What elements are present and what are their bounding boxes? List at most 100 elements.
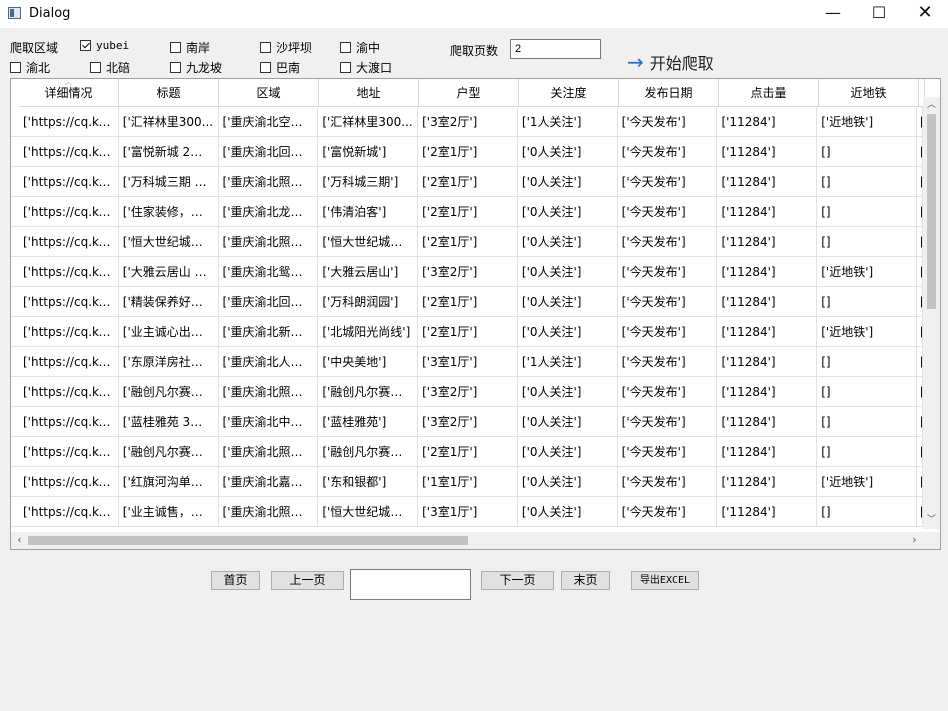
table-cell[interactable]: []: [817, 497, 918, 527]
table-row[interactable]: ['https://cq.ke... ['汇祥林里300... ['重庆渝北空港..…: [11, 107, 923, 137]
table-cell[interactable]: ['11284']: [717, 197, 818, 227]
table-cell[interactable]: ['恒大世纪城三...: [318, 227, 419, 257]
page-number-input[interactable]: [350, 569, 471, 600]
export-excel-button[interactable]: 导出EXCEL: [631, 571, 699, 590]
table-cell[interactable]: ['东和银都']: [318, 467, 419, 497]
table-cell[interactable]: []: [817, 197, 918, 227]
table-cell[interactable]: ['恒大世纪城三...: [118, 227, 219, 257]
table-cell[interactable]: ['https://cq.ke...: [18, 257, 119, 287]
table-cell[interactable]: ['3室2厅']: [418, 407, 518, 437]
table-cell[interactable]: ['业主诚售，恒...: [118, 497, 219, 527]
table-row[interactable]: ['https://cq.ke... ['蓝桂雅苑 3室... ['重庆渝北中央..…: [11, 407, 923, 437]
table-row[interactable]: ['https://cq.ke... ['业主诚心出售... ['重庆渝北新牌...…: [11, 317, 923, 347]
area-checkbox-yubei[interactable]: yubei: [80, 39, 129, 52]
table-cell[interactable]: ['万科城三期']: [318, 167, 419, 197]
table-cell[interactable]: ['融创凡尔赛领...: [118, 437, 219, 467]
table-cell[interactable]: ['万科朗润园']: [318, 287, 419, 317]
close-button[interactable]: ✕: [902, 0, 948, 28]
checkbox-box[interactable]: [340, 42, 351, 53]
table-row[interactable]: ['https://cq.ke... ['恒大世纪城三... ['重庆渝北照母...…: [11, 227, 923, 257]
minimize-button[interactable]: —: [810, 0, 856, 28]
column-header-address[interactable]: 地址: [319, 79, 419, 107]
table-cell[interactable]: ['今天发布']: [617, 107, 718, 137]
table-cell[interactable]: ['蓝桂雅苑 3室...: [118, 407, 219, 437]
table-cell[interactable]: ['今天发布']: [617, 437, 718, 467]
table-cell[interactable]: []: [817, 407, 918, 437]
table-cell[interactable]: ['大雅云居山 3...: [118, 257, 219, 287]
table-cell[interactable]: ['2室1厅']: [418, 287, 518, 317]
table-cell[interactable]: ['融创凡尔赛领...: [118, 377, 219, 407]
scroll-down-icon[interactable]: ﹀: [923, 512, 940, 529]
table-cell[interactable]: ['11284']: [717, 467, 818, 497]
table-cell[interactable]: ['11284']: [717, 317, 818, 347]
table-cell[interactable]: ['11284']: [717, 227, 818, 257]
table-cell[interactable]: []: [817, 227, 918, 257]
column-header-near-subway[interactable]: 近地铁: [819, 79, 919, 107]
table-cell[interactable]: ['https://cq.ke...: [18, 347, 119, 377]
table-cell[interactable]: ['北城阳光尚线']: [318, 317, 419, 347]
table-cell[interactable]: ['https://cq.ke...: [18, 197, 119, 227]
table-cell[interactable]: ['11284']: [717, 407, 818, 437]
table-cell[interactable]: ['重庆渝北照母...: [218, 377, 319, 407]
table-cell[interactable]: ['重庆渝北中央...: [218, 407, 319, 437]
table-cell[interactable]: ['恒大世纪城三...: [318, 497, 419, 527]
table-cell[interactable]: ['1人关注']: [517, 347, 618, 377]
table-cell[interactable]: ['富悦新城 2室...: [118, 137, 219, 167]
table-cell[interactable]: ['https://cq.ke...: [18, 467, 119, 497]
scroll-up-icon[interactable]: ︿: [923, 97, 940, 114]
table-cell[interactable]: ['https://cq.ke...: [18, 407, 119, 437]
table-cell[interactable]: ['1室1厅']: [418, 467, 518, 497]
table-cell[interactable]: ['重庆渝北鸳鸯...: [218, 257, 319, 287]
column-header-clicks[interactable]: 点击量: [719, 79, 819, 107]
column-header-followers[interactable]: 关注度: [519, 79, 619, 107]
table-cell[interactable]: ['0人关注']: [517, 137, 618, 167]
table-cell[interactable]: ['https://cq.ke...: [18, 497, 119, 527]
table-cell[interactable]: ['今天发布']: [617, 257, 718, 287]
table-cell[interactable]: ['11284']: [717, 347, 818, 377]
column-header-layout[interactable]: 户型: [419, 79, 519, 107]
table-cell[interactable]: ['东原洋房社区...: [118, 347, 219, 377]
checkbox-box[interactable]: [80, 40, 91, 51]
results-table[interactable]: ︿ 详细情况 标题 区域 地址 户型 关注度 发布日期 点击量 近地铁 ['htt…: [10, 78, 941, 550]
area-checkbox-yubei-cn[interactable]: 渝北: [10, 59, 50, 76]
vertical-scrollbar[interactable]: ︿ ﹀: [923, 97, 940, 529]
column-header-publish-date[interactable]: 发布日期: [619, 79, 719, 107]
area-checkbox-dadukou[interactable]: 大渡口: [340, 59, 392, 76]
table-cell[interactable]: ['11284']: [717, 377, 818, 407]
table-cell[interactable]: ['https://cq.ke...: [18, 227, 119, 257]
column-header-title[interactable]: 标题: [119, 79, 219, 107]
scroll-left-icon[interactable]: ‹: [11, 532, 28, 549]
table-row[interactable]: ['https://cq.ke... ['融创凡尔赛领... ['重庆渝北照母...…: [11, 437, 923, 467]
table-cell[interactable]: ['汇祥林里300...: [318, 107, 419, 137]
table-cell[interactable]: ['近地铁']: [817, 107, 918, 137]
table-row[interactable]: ['https://cq.ke... ['东原洋房社区... ['重庆渝北人和...…: [11, 347, 923, 377]
table-cell[interactable]: ['今天发布']: [617, 497, 718, 527]
table-cell[interactable]: ['https://cq.ke...: [18, 377, 119, 407]
table-cell[interactable]: ['重庆渝北回兴...: [218, 137, 319, 167]
area-checkbox-shapingba[interactable]: 沙坪坝: [260, 39, 312, 56]
table-cell[interactable]: ['11284']: [717, 287, 818, 317]
checkbox-box[interactable]: [170, 62, 181, 73]
crawl-pages-input[interactable]: [510, 39, 601, 59]
table-row[interactable]: ['https://cq.ke... ['业主诚售，恒... ['重庆渝北照母...…: [11, 497, 923, 527]
table-cell[interactable]: ['汇祥林里300...: [118, 107, 219, 137]
table-cell[interactable]: ['今天发布']: [617, 197, 718, 227]
horizontal-scroll-thumb[interactable]: [28, 536, 468, 545]
table-cell[interactable]: ['0人关注']: [517, 317, 618, 347]
table-cell[interactable]: ['融创凡尔赛领...: [318, 437, 419, 467]
table-cell[interactable]: ['今天发布']: [617, 137, 718, 167]
table-cell[interactable]: []: [817, 137, 918, 167]
table-cell[interactable]: ['今天发布']: [617, 347, 718, 377]
table-cell[interactable]: ['https://cq.ke...: [18, 437, 119, 467]
table-cell[interactable]: ['2室1厅']: [418, 227, 518, 257]
area-checkbox-beibei[interactable]: 北碚: [90, 59, 130, 76]
table-cell[interactable]: ['今天发布']: [617, 287, 718, 317]
table-cell[interactable]: ['富悦新城']: [318, 137, 419, 167]
table-cell[interactable]: ['3室1厅']: [418, 497, 518, 527]
table-cell[interactable]: ['0人关注']: [517, 467, 618, 497]
table-row[interactable]: ['https://cq.ke... ['融创凡尔赛领... ['重庆渝北照母...…: [11, 377, 923, 407]
table-cell[interactable]: ['重庆渝北人和...: [218, 347, 319, 377]
table-cell[interactable]: ['11284']: [717, 137, 818, 167]
table-cell[interactable]: ['重庆渝北空港...: [218, 107, 319, 137]
table-cell[interactable]: ['重庆渝北照母...: [218, 497, 319, 527]
